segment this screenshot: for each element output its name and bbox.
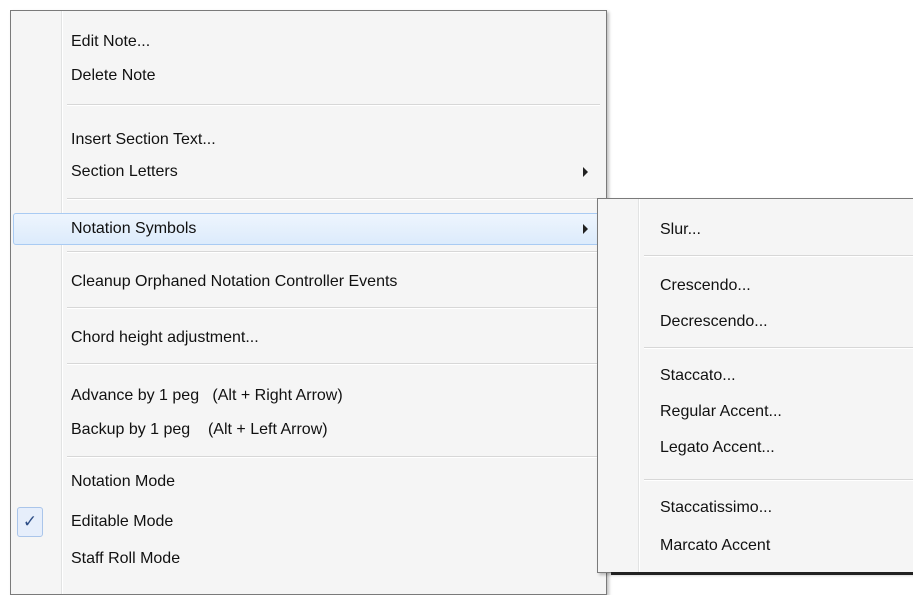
menu-item-insert-section-text[interactable]: Insert Section Text... bbox=[13, 125, 604, 155]
menu-item-section-letters[interactable]: Section Letters bbox=[13, 157, 604, 187]
menu-item-label: Cleanup Orphaned Notation Controller Eve… bbox=[71, 273, 398, 290]
menu-item-label: Chord height adjustment... bbox=[71, 329, 259, 346]
menu-item-edit-note[interactable]: Edit Note... bbox=[13, 27, 604, 57]
menu-item-backup-by-1-peg[interactable]: Backup by 1 peg (Alt + Left Arrow) bbox=[13, 415, 604, 445]
submenu-item-slur[interactable]: Slur... bbox=[600, 215, 913, 245]
menu-separator bbox=[644, 479, 913, 481]
submenu-item-staccatissimo[interactable]: Staccatissimo... bbox=[600, 493, 913, 523]
menu-item-label: Staccatissimo... bbox=[660, 499, 773, 516]
menu-item-label: Marcato Accent bbox=[660, 537, 771, 554]
menu-item-editable-mode[interactable]: ✓ Editable Mode bbox=[13, 507, 604, 537]
check-mark-icon: ✓ bbox=[17, 507, 43, 537]
menu-item-cleanup-orphaned-events[interactable]: Cleanup Orphaned Notation Controller Eve… bbox=[13, 267, 604, 297]
menu-separator bbox=[67, 307, 600, 309]
menu-item-notation-symbols[interactable]: Notation Symbols bbox=[13, 213, 604, 245]
context-menu: Edit Note... Delete Note Insert Section … bbox=[10, 10, 607, 595]
notation-symbols-submenu: Slur... Crescendo... Decrescendo... Stac… bbox=[597, 198, 913, 573]
menu-item-notation-mode[interactable]: Notation Mode bbox=[13, 467, 604, 497]
submenu-item-staccato[interactable]: Staccato... bbox=[600, 361, 913, 391]
menu-item-label: Delete Note bbox=[71, 67, 156, 84]
menu-item-label: Edit Note... bbox=[71, 33, 151, 50]
submenu-item-legato-accent[interactable]: Legato Accent... bbox=[600, 433, 913, 463]
menu-separator bbox=[644, 347, 913, 349]
menu-item-label: Notation Mode bbox=[71, 473, 176, 490]
menu-separator bbox=[67, 198, 600, 200]
submenu-item-marcato-accent[interactable]: Marcato Accent bbox=[600, 531, 913, 561]
menu-separator bbox=[67, 363, 600, 365]
menu-item-label: Legato Accent... bbox=[660, 439, 775, 456]
menu-item-label: Editable Mode bbox=[71, 513, 174, 530]
menu-item-advance-by-1-peg[interactable]: Advance by 1 peg (Alt + Right Arrow) bbox=[13, 381, 604, 411]
menu-item-label: Crescendo... bbox=[660, 277, 751, 294]
menu-item-label: Notation Symbols bbox=[71, 220, 197, 237]
menu-separator bbox=[644, 255, 913, 257]
submenu-item-regular-accent[interactable]: Regular Accent... bbox=[600, 397, 913, 427]
submenu-arrow-icon bbox=[583, 167, 588, 177]
menu-item-label: Section Letters bbox=[71, 163, 178, 180]
menu-item-label: Decrescendo... bbox=[660, 313, 768, 330]
submenu-item-crescendo[interactable]: Crescendo... bbox=[600, 271, 913, 301]
submenu-item-decrescendo[interactable]: Decrescendo... bbox=[600, 307, 913, 337]
menu-item-staff-roll-mode[interactable]: Staff Roll Mode bbox=[13, 544, 604, 574]
menu-separator bbox=[67, 104, 600, 106]
menu-separator bbox=[67, 251, 600, 253]
menu-separator bbox=[67, 456, 600, 458]
menu-item-label: Advance by 1 peg (Alt + Right Arrow) bbox=[71, 387, 343, 404]
menu-item-label: Staccato... bbox=[660, 367, 736, 384]
menu-item-delete-note[interactable]: Delete Note bbox=[13, 61, 604, 91]
menu-item-label: Slur... bbox=[660, 221, 701, 238]
menu-item-chord-height-adjustment[interactable]: Chord height adjustment... bbox=[13, 323, 604, 353]
menu-item-label: Regular Accent... bbox=[660, 403, 782, 420]
underlying-window-edge bbox=[611, 572, 913, 575]
menu-item-label: Staff Roll Mode bbox=[71, 550, 181, 567]
menu-item-label: Backup by 1 peg (Alt + Left Arrow) bbox=[71, 421, 328, 438]
menu-item-label: Insert Section Text... bbox=[71, 131, 216, 148]
submenu-arrow-icon bbox=[583, 224, 588, 234]
